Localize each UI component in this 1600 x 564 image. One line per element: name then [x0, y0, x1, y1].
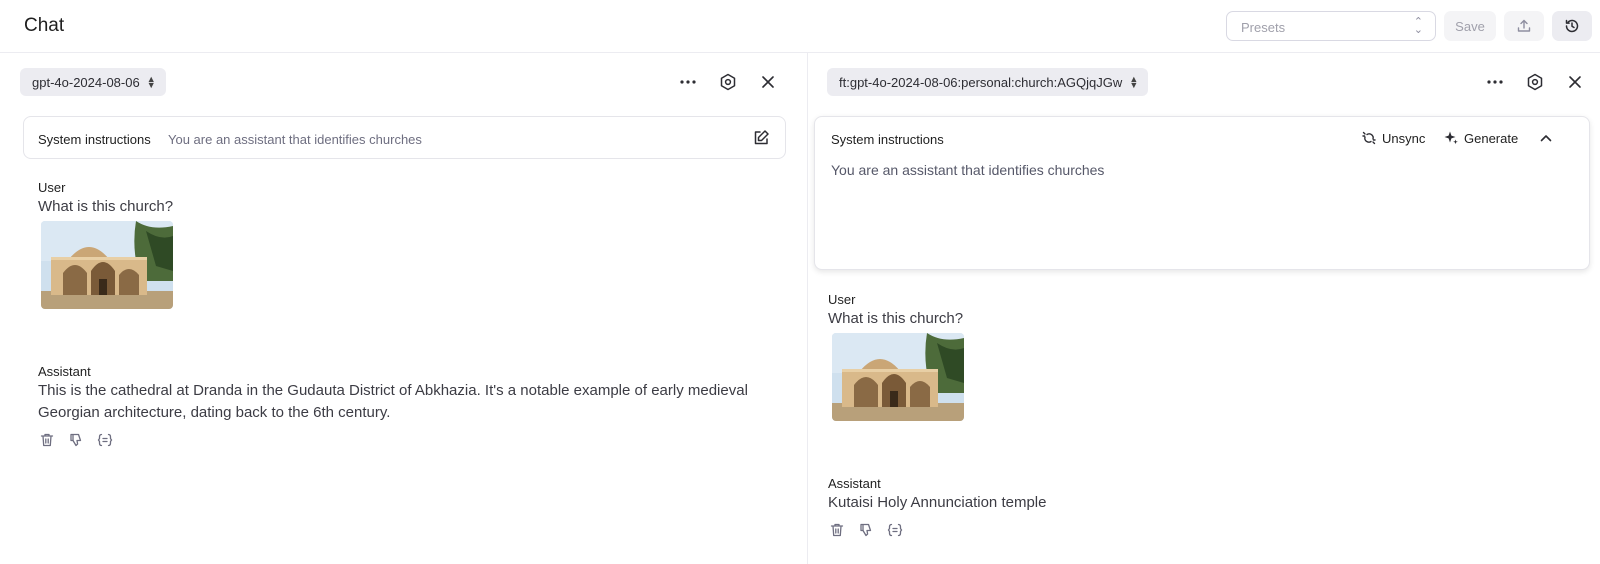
unsync-button[interactable]: Unsync: [1361, 130, 1425, 146]
presets-placeholder: Presets: [1241, 20, 1286, 35]
model-selector[interactable]: ft:gpt-4o-2024-08-06:personal:church:AGQ…: [827, 68, 1149, 96]
close-panel-button[interactable]: [756, 70, 780, 94]
collapse-button[interactable]: [1537, 129, 1555, 147]
delete-message-button[interactable]: [828, 521, 846, 539]
system-instructions-text: You are an assistant that identifies chu…: [168, 132, 422, 147]
edit-system-button[interactable]: [751, 128, 771, 148]
generate-label: Generate: [1464, 130, 1519, 146]
message-tools: [828, 521, 904, 539]
system-instructions-text[interactable]: You are an assistant that identifies chu…: [831, 162, 1104, 178]
chevron-up-down-icon: ⌃ ⌄: [1413, 16, 1423, 36]
system-instructions-box: System instructions Unsync Generate You …: [814, 116, 1590, 270]
trash-icon: [40, 433, 54, 447]
model-name: gpt-4o-2024-08-06: [32, 75, 140, 90]
close-icon: [762, 76, 774, 88]
church-image[interactable]: [832, 333, 964, 421]
system-instructions-label: System instructions: [38, 132, 151, 147]
generate-button[interactable]: Generate: [1443, 130, 1518, 146]
assistant-message-text: This is the cathedral at Dranda in the G…: [38, 382, 748, 421]
dislike-button[interactable]: [857, 521, 875, 539]
save-button[interactable]: Save: [1444, 11, 1496, 41]
chevron-up-down-icon: ▲ ▼: [146, 74, 156, 90]
more-horizontal-icon: [1487, 80, 1503, 84]
thumbs-down-icon: [860, 523, 872, 537]
delete-message-button[interactable]: [38, 431, 56, 449]
view-json-button[interactable]: [886, 521, 904, 539]
church-photo: [832, 333, 964, 421]
edit-icon: [754, 130, 769, 145]
unlink-icon: [1362, 131, 1376, 145]
model-selector[interactable]: gpt-4o-2024-08-06 ▲ ▼: [20, 68, 166, 96]
user-message-text: What is this church?: [38, 198, 174, 215]
user-message-text: What is this church?: [828, 310, 964, 327]
chevron-up-icon: [1540, 135, 1552, 142]
gear-icon: [720, 73, 736, 91]
history-icon: [1565, 19, 1579, 33]
history-button[interactable]: [1552, 11, 1592, 41]
message-role-assistant: Assistant: [38, 364, 91, 379]
church-photo: [41, 221, 173, 309]
settings-button[interactable]: [716, 70, 740, 94]
presets-select[interactable]: Presets ⌃ ⌄: [1226, 11, 1436, 41]
thumbs-down-icon: [70, 433, 82, 447]
json-braces-icon: [97, 433, 113, 447]
chevron-up-down-icon: ▲ ▼: [1129, 74, 1139, 90]
more-horizontal-icon: [680, 80, 696, 84]
message-role-user: User: [828, 292, 856, 307]
export-button[interactable]: [1504, 11, 1544, 41]
more-options-button[interactable]: [1483, 70, 1507, 94]
sparkle-icon: [1444, 131, 1458, 145]
message-role-user: User: [38, 180, 66, 195]
view-json-button[interactable]: [96, 431, 114, 449]
left-chat-panel: gpt-4o-2024-08-06 ▲ ▼ System instructions…: [0, 53, 807, 564]
unsync-label: Unsync: [1382, 130, 1426, 146]
message-role-assistant: Assistant: [828, 476, 881, 491]
trash-icon: [830, 523, 844, 537]
message-tools: [38, 431, 114, 449]
json-braces-icon: [887, 523, 903, 537]
close-panel-button[interactable]: [1563, 70, 1587, 94]
more-options-button[interactable]: [676, 70, 700, 94]
model-name: ft:gpt-4o-2024-08-06:personal:church:AGQ…: [839, 75, 1123, 90]
system-instructions-label: System instructions: [831, 132, 944, 147]
settings-button[interactable]: [1523, 70, 1547, 94]
church-image[interactable]: [41, 221, 173, 309]
assistant-message-text: Kutaisi Holy Annunciation temple: [828, 494, 1047, 511]
page-title: Chat: [24, 15, 65, 36]
system-instructions-box[interactable]: System instructions You are an assistant…: [23, 116, 786, 159]
right-chat-panel: ft:gpt-4o-2024-08-06:personal:church:AGQ…: [808, 53, 1600, 564]
close-icon: [1569, 76, 1581, 88]
top-bar: Chat Presets ⌃ ⌄ Save: [0, 0, 1600, 53]
gear-icon: [1527, 73, 1543, 91]
dislike-button[interactable]: [67, 431, 85, 449]
upload-icon: [1517, 19, 1531, 32]
